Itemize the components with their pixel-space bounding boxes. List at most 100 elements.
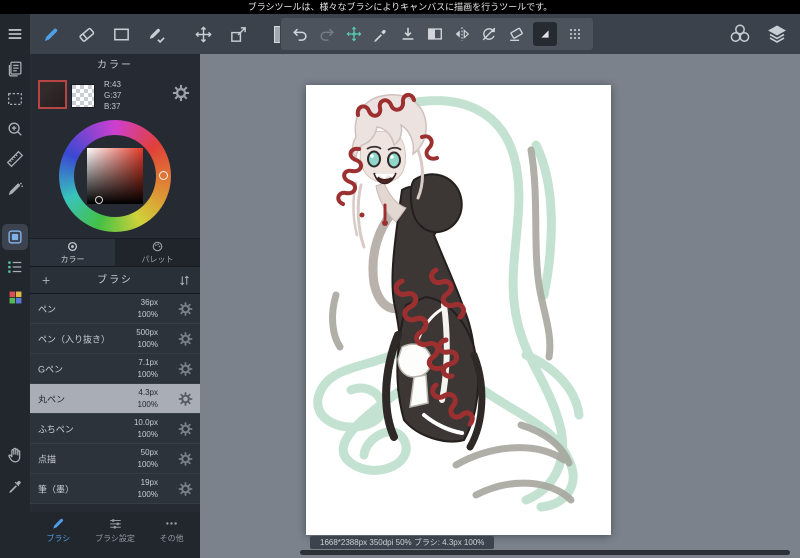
rotate-reset-button[interactable]	[479, 25, 498, 44]
panel-tile-button[interactable]	[533, 22, 557, 46]
pen-tool-button[interactable]	[0, 174, 30, 204]
brush-panel-footer: ブラシ ブラシ設定 その他	[30, 512, 200, 558]
brush-settings-gear-icon[interactable]	[178, 481, 193, 496]
brush-list-item[interactable]: ふちペン 10.0px 100%	[30, 414, 200, 444]
drawing-canvas[interactable]	[306, 85, 611, 535]
brush-settings-gear-icon[interactable]	[178, 421, 193, 436]
brush-settings-gear-icon[interactable]	[178, 301, 193, 316]
brush-size: 4.3px	[138, 388, 158, 397]
brush-list-item-selected[interactable]: 丸ペン 4.3px 100%	[30, 384, 200, 414]
marquee-button[interactable]	[0, 84, 30, 114]
brush-list-item[interactable]: ペン 36px 100%	[30, 294, 200, 324]
brush-list-item[interactable]: ペン（入り抜き） 500px 100%	[30, 324, 200, 354]
download-icon	[402, 27, 413, 40]
ruler-icon	[6, 150, 24, 168]
brush-settings-gear-icon[interactable]	[178, 391, 193, 406]
brush-opacity: 100%	[137, 430, 158, 439]
main-toolbar	[30, 14, 800, 54]
transform-tool-button[interactable]	[227, 23, 249, 45]
side-panel: カラー R:43 G:37 B:37 カラー パレット + ブラシ ペン 36p…	[30, 54, 200, 558]
brush-name: 丸ペン	[38, 394, 66, 404]
brush-settings-gear-icon[interactable]	[178, 451, 193, 466]
color-settings-gear-icon[interactable]	[172, 84, 190, 102]
brush-list: ペン 36px 100% ペン（入り抜き） 500px 100% Gペン 7.1…	[30, 294, 200, 504]
color-grid-button[interactable]	[0, 282, 30, 312]
brush-opacity: 100%	[137, 400, 158, 409]
brush-name: Gペン	[38, 364, 64, 374]
selection-panel-button[interactable]	[425, 25, 444, 44]
undo-icon	[292, 28, 307, 41]
brush-size: 36px	[140, 298, 158, 307]
brush-size: 500px	[136, 328, 158, 337]
panel-toggle-button[interactable]	[2, 224, 28, 250]
ruler-button[interactable]	[0, 144, 30, 174]
canvas-status-bar: 1668*2388px 350dpi 50% ブラシ: 4.3px 100%	[310, 536, 495, 549]
brush-opacity: 100%	[137, 310, 158, 319]
marquee-icon	[8, 92, 22, 106]
brush-list-item[interactable]: 筆（墨） 19px 100%	[30, 474, 200, 504]
transform-icon	[230, 26, 246, 42]
pages-button[interactable]	[0, 54, 30, 84]
color-panel-title: カラー	[97, 60, 133, 71]
download-button[interactable]	[398, 25, 417, 44]
sort-brushes-icon[interactable]	[177, 273, 192, 288]
layers-button[interactable]	[766, 23, 788, 45]
tool-hint-text: ブラシツールは、様々なブラシによりキャンバスに描画を行うツールです。	[247, 2, 553, 12]
footer-tab-brush-settings[interactable]: ブラシ設定	[87, 516, 144, 558]
brush-settings-gear-icon[interactable]	[178, 361, 193, 376]
hue-selector[interactable]	[159, 171, 168, 180]
clear-icon	[509, 27, 523, 41]
brush-name: ペン	[38, 304, 57, 314]
layer-list-button[interactable]	[0, 252, 30, 282]
zoom-button[interactable]	[0, 114, 30, 144]
flip-horizontal-button[interactable]	[452, 25, 471, 44]
zoom-icon	[8, 122, 22, 136]
transparent-color-swatch[interactable]	[71, 84, 95, 108]
flip-horizontal-icon	[455, 27, 469, 41]
tab-color-label: カラー	[60, 255, 85, 264]
move-tool-button[interactable]	[192, 23, 214, 45]
footer-tab-other[interactable]: その他	[143, 516, 200, 558]
brush-list-item[interactable]: 点描 50px 100%	[30, 444, 200, 474]
artwork-illustration	[313, 93, 584, 512]
hand-button[interactable]	[0, 440, 30, 470]
undo-button[interactable]	[290, 25, 309, 44]
tab-palette[interactable]: パレット	[115, 239, 200, 266]
color-grid-icon	[9, 291, 21, 303]
panel-tile-icon	[541, 30, 549, 38]
floating-toolbar	[280, 17, 594, 51]
brush-opacity: 100%	[137, 490, 158, 499]
pages-icon	[8, 61, 22, 77]
menu-button[interactable]	[0, 14, 30, 54]
rect-select-tool-button[interactable]	[110, 23, 132, 45]
ellipsis-icon	[166, 522, 177, 525]
brush-list-item[interactable]: Gペン 7.1px 100%	[30, 354, 200, 384]
brush-panel-header: + ブラシ	[30, 266, 200, 294]
footer-tab-brush-label: ブラシ	[46, 534, 71, 543]
canvas-workspace[interactable]: 1668*2388px 350dpi 50% ブラシ: 4.3px 100%	[200, 54, 800, 558]
clear-button[interactable]	[506, 25, 525, 44]
foreground-color-swatch[interactable]	[38, 80, 67, 109]
color-wheel[interactable]	[59, 120, 171, 232]
saturation-value-square[interactable]	[87, 148, 143, 204]
footer-tab-brush[interactable]: ブラシ	[30, 516, 87, 558]
eyedropper-button[interactable]	[0, 470, 30, 500]
brush-opacity: 100%	[137, 460, 158, 469]
smart-move-button[interactable]	[344, 25, 363, 44]
redo-button[interactable]	[317, 25, 336, 44]
drag-handle-icon	[569, 28, 580, 40]
horizontal-scrollbar[interactable]	[300, 550, 790, 555]
eyedropper-toolbar-button[interactable]	[371, 25, 390, 44]
toolbar-drag-handle[interactable]	[565, 25, 584, 44]
brush-settings-gear-icon[interactable]	[178, 331, 193, 346]
canvas-status-text: 1668*2388px 350dpi 50% ブラシ: 4.3px 100%	[320, 538, 485, 547]
select-pen-tool-button[interactable]	[145, 23, 167, 45]
eraser-tool-button[interactable]	[75, 23, 97, 45]
color-set-button[interactable]	[729, 23, 751, 45]
brush-tool-button[interactable]	[40, 23, 62, 45]
rgb-b: B:37	[104, 102, 121, 111]
sv-selector[interactable]	[95, 196, 103, 204]
rgb-g: G:37	[104, 91, 122, 100]
color-panel-tabs: カラー パレット	[30, 238, 200, 266]
tab-color[interactable]: カラー	[30, 239, 115, 266]
